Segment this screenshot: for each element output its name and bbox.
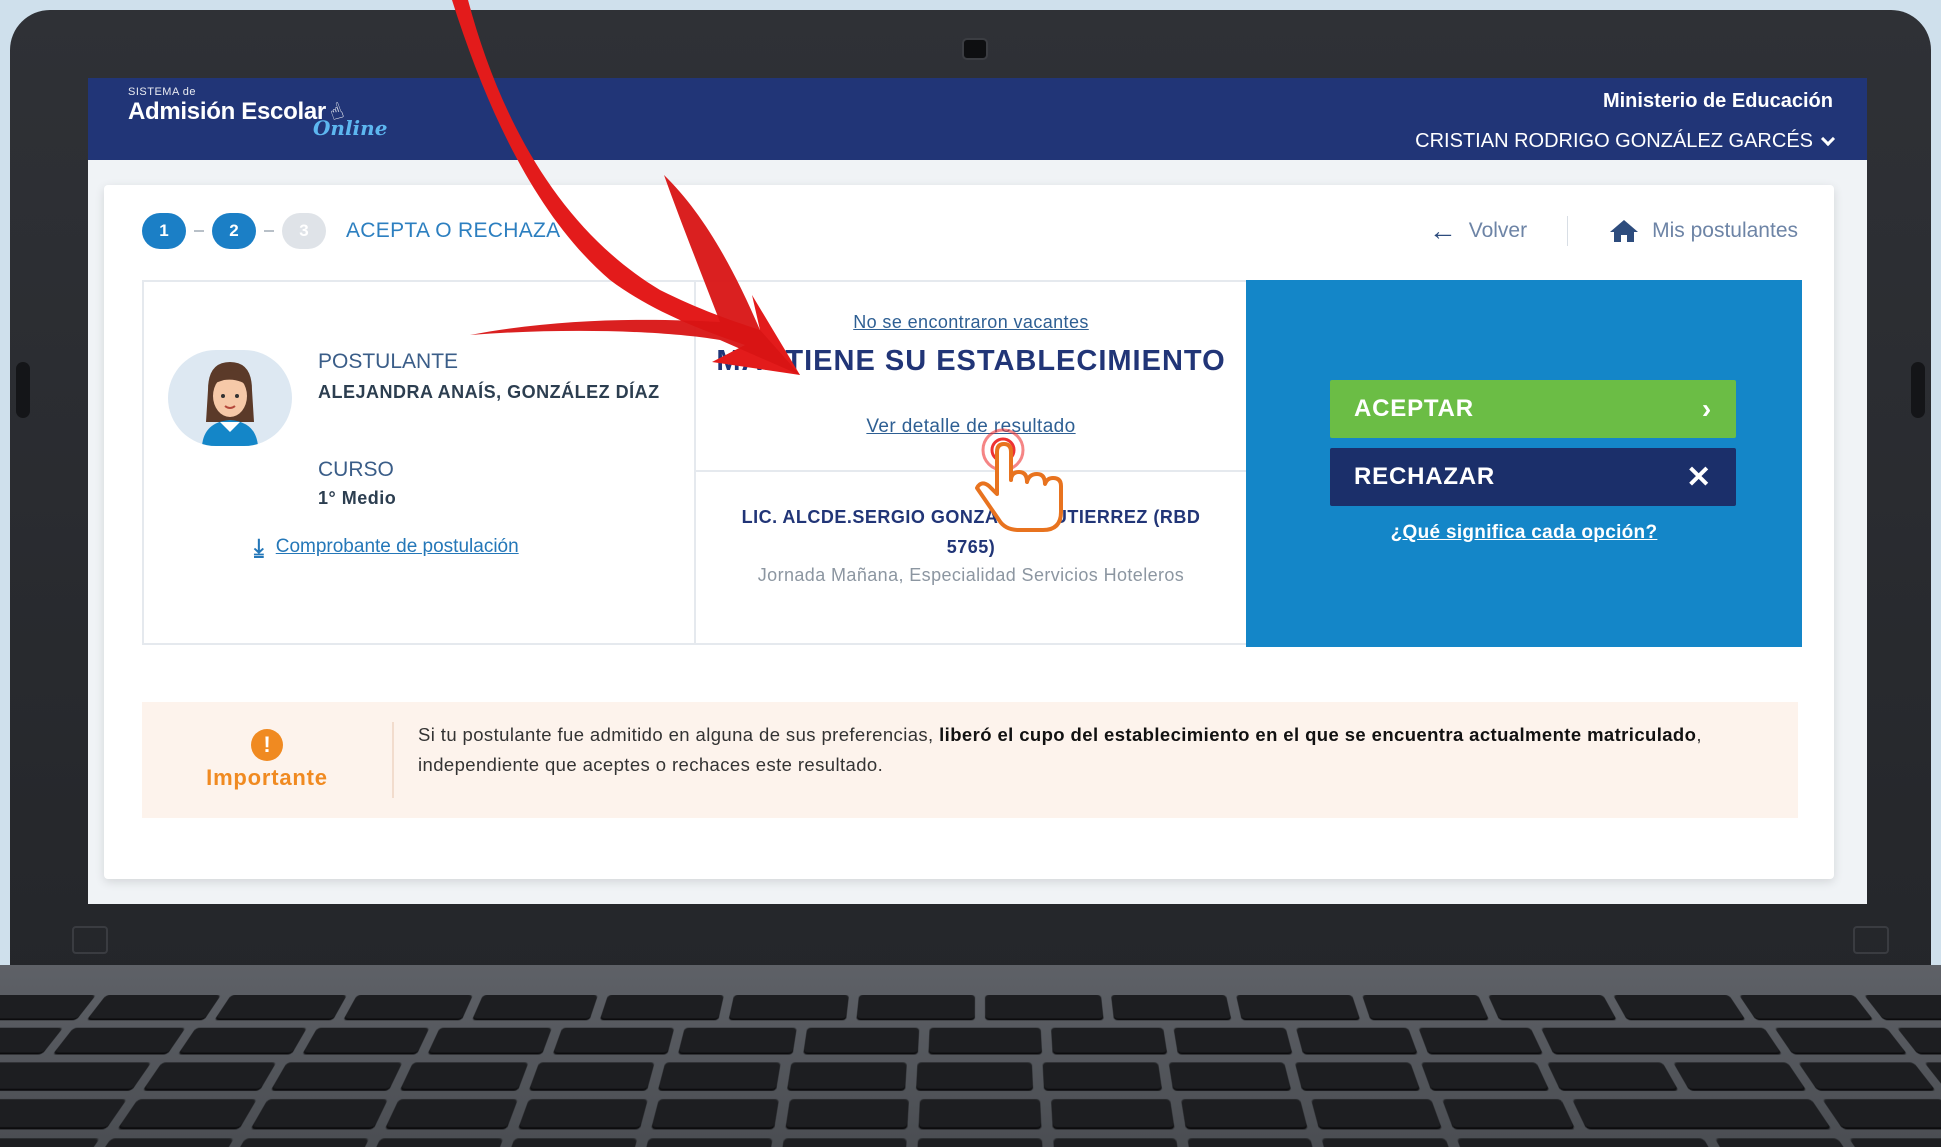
- notice-title: Importante: [206, 765, 328, 791]
- result-detail-link[interactable]: Ver detalle de resultado: [696, 416, 1246, 438]
- step-title: ACEPTA O RECHAZA: [346, 219, 560, 243]
- my-applicants-link[interactable]: Mis postulantes: [1608, 218, 1798, 244]
- applicant-name: ALEJANDRA ANAÍS, GONZÁLEZ DÍAZ: [318, 378, 678, 407]
- result-status: MANTIENE SU ESTABLECIMIENTO: [696, 344, 1246, 378]
- user-name: CRISTIAN RODRIGO GONZÁLEZ GARCÉS: [1415, 130, 1813, 153]
- course-label: CURSO: [318, 458, 394, 482]
- notice-text: Si tu postulante fue admitido en alguna …: [418, 720, 1718, 780]
- ministry-title: Ministerio de Educación: [1603, 90, 1833, 113]
- close-icon: ✕: [1686, 460, 1712, 495]
- user-menu[interactable]: CRISTIAN RODRIGO GONZÁLEZ GARCÉS: [1415, 130, 1833, 153]
- step-2: 2: [212, 213, 256, 249]
- important-notice: ! Importante Si tu postulante fue admiti…: [142, 702, 1798, 818]
- school-name: LIC. ALCDE.SERGIO GONZÁLEZ GUTIERREZ (RB…: [696, 502, 1246, 562]
- reject-button[interactable]: RECHAZAR ✕: [1330, 448, 1736, 506]
- receipt-download-link[interactable]: ⤓ Comprobante de postulación: [254, 534, 519, 560]
- school-detail: Jornada Mañana, Especialidad Servicios H…: [696, 560, 1246, 590]
- pointer-hand-icon: [975, 428, 1071, 538]
- stepper: 1 2 3 ACEPTA O RECHAZA: [142, 213, 560, 249]
- home-icon: [1608, 218, 1640, 244]
- webcam: [962, 38, 988, 60]
- download-icon: ⤓: [254, 534, 264, 560]
- action-panel: ACEPTAR › RECHAZAR ✕ ¿Qué significa cada…: [1246, 280, 1802, 647]
- lid-bumper-right: [1853, 926, 1889, 954]
- result-panel: POSTULANTE ALEJANDRA ANAÍS, GONZÁLEZ DÍA…: [142, 280, 1798, 645]
- lid-hinge-right: [1911, 362, 1925, 418]
- no-vacancy-link[interactable]: No se encontraron vacantes: [696, 312, 1246, 333]
- course-value: 1° Medio: [318, 484, 678, 513]
- arrow-left-icon: ←: [1429, 215, 1457, 247]
- logo-main-text: Admisión Escolar: [128, 98, 326, 126]
- chevron-right-icon: ›: [1702, 393, 1712, 425]
- applicant-label: POSTULANTE: [318, 350, 458, 374]
- result-info: No se encontraron vacantes MANTIENE SU E…: [696, 282, 1246, 643]
- logo-small-text: SISTEMA de: [128, 86, 343, 98]
- back-link[interactable]: ← Volver: [1429, 215, 1527, 247]
- step-3: 3: [282, 213, 326, 249]
- site-logo[interactable]: SISTEMA de Admisión Escolar ☝ Online: [128, 86, 343, 126]
- card-nav: ← Volver Mis postulantes: [1429, 215, 1798, 247]
- chevron-down-icon: [1821, 131, 1835, 145]
- lid-bumper-left: [72, 926, 108, 954]
- top-navbar: SISTEMA de Admisión Escolar ☝ Online Min…: [88, 78, 1867, 160]
- avatar: [168, 350, 292, 446]
- main-card: 1 2 3 ACEPTA O RECHAZA ← Volver Mis post…: [104, 185, 1834, 879]
- applicant-info: POSTULANTE ALEJANDRA ANAÍS, GONZÁLEZ DÍA…: [144, 282, 696, 643]
- lid-hinge-left: [16, 362, 30, 418]
- keyboard-deck: [0, 965, 1941, 1147]
- keyboard: [0, 995, 1941, 1147]
- logo-online-text: Online: [313, 116, 387, 140]
- options-help-link[interactable]: ¿Qué significa cada opción?: [1246, 522, 1802, 544]
- alert-icon: !: [251, 729, 283, 761]
- step-1: 1: [142, 213, 186, 249]
- accept-button[interactable]: ACEPTAR ›: [1330, 380, 1736, 438]
